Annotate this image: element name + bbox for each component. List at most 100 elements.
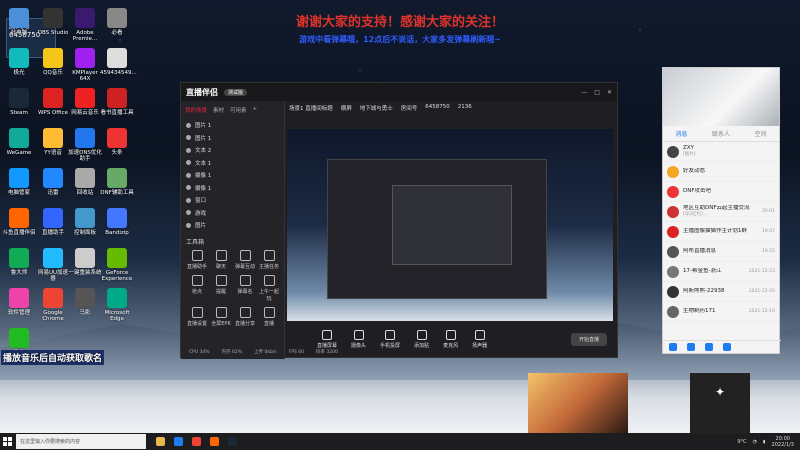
conversation-item[interactable]: 阿斯熊熊-22938 2021-12-20 bbox=[663, 282, 779, 302]
tool-button[interactable]: 主播任务 bbox=[257, 250, 281, 270]
desktop-icon[interactable]: Microsoft Edge bbox=[100, 288, 134, 322]
add-scene-icon[interactable]: + bbox=[253, 106, 258, 114]
windows-start-icon[interactable] bbox=[0, 433, 14, 450]
desktop-icon[interactable]: 必看 bbox=[100, 8, 134, 36]
source-button[interactable]: 麦克风 bbox=[443, 329, 458, 349]
qq-tab-messages[interactable]: 消息 bbox=[675, 129, 687, 138]
conversation-item[interactable]: ZXY [图片] bbox=[663, 142, 779, 162]
conversation-item[interactable]: 好友动态 bbox=[663, 162, 779, 182]
qq-mail-icon[interactable] bbox=[687, 343, 695, 351]
visibility-icon[interactable] bbox=[186, 222, 191, 228]
visibility-icon[interactable] bbox=[186, 197, 191, 203]
desktop-icon[interactable]: 软件管理 bbox=[2, 288, 36, 316]
desktop-icon[interactable]: KMPlayer 64X bbox=[68, 48, 102, 82]
desktop-icon[interactable]: WeGame bbox=[2, 128, 36, 156]
desktop-icon[interactable]: 459434549... bbox=[100, 48, 137, 76]
network-icon[interactable]: ◔ bbox=[753, 439, 757, 445]
desktop-icon[interactable]: 斗鱼直播伴侣 bbox=[2, 208, 36, 236]
desktop-icon[interactable]: 网易UU加速器 bbox=[36, 248, 70, 282]
visibility-icon[interactable] bbox=[186, 172, 191, 178]
source-button[interactable]: 摄像头 bbox=[351, 329, 366, 349]
desktop-icon[interactable]: Google Chrome bbox=[36, 288, 70, 322]
visibility-icon[interactable] bbox=[186, 160, 191, 166]
desktop-icon[interactable]: 极光 bbox=[2, 48, 36, 76]
tab-scenes[interactable]: 我的场景 bbox=[185, 106, 207, 114]
desktop-icon[interactable]: 电脑管家 bbox=[2, 168, 36, 196]
scene-item[interactable]: 摄像 1 bbox=[181, 182, 284, 195]
qq-game-icon[interactable] bbox=[723, 343, 731, 351]
scene-item[interactable]: 窗口 bbox=[181, 194, 284, 207]
conversation-item[interactable]: 主播图像猫猫作主计划1群 19:47 bbox=[663, 222, 779, 242]
scene-item[interactable]: 图片 1 bbox=[181, 119, 284, 132]
stream-title[interactable]: 场景1 直播间标题 bbox=[289, 104, 333, 112]
visibility-icon[interactable] bbox=[186, 210, 191, 216]
source-button[interactable]: 扬声器 bbox=[472, 329, 487, 349]
desktop-icon[interactable]: 鲁大师 bbox=[2, 248, 36, 276]
weather[interactable]: 9°C bbox=[737, 439, 746, 445]
taskbar-search-input[interactable]: 在这里输入你要搜索的内容 bbox=[16, 434, 146, 449]
visibility-icon[interactable] bbox=[186, 122, 191, 128]
scene-item[interactable]: 图片 1 bbox=[181, 132, 284, 145]
desktop-icon[interactable]: WPS Office bbox=[36, 88, 70, 116]
tool-button[interactable]: 上午一起玩 bbox=[257, 275, 281, 302]
chrome-icon[interactable] bbox=[192, 437, 201, 446]
tool-button[interactable]: 聊天 bbox=[209, 250, 233, 270]
desktop-icon[interactable]: Bandizip bbox=[100, 208, 134, 236]
desktop-icon[interactable]: 控制面板 bbox=[68, 208, 102, 236]
desktop-icon[interactable]: 马影 bbox=[68, 288, 102, 316]
scene-item[interactable]: 图片 bbox=[181, 219, 284, 232]
qq-file-icon[interactable] bbox=[705, 343, 713, 351]
stream-preview[interactable] bbox=[287, 129, 613, 321]
desktop-icon[interactable]: Steam bbox=[2, 88, 36, 116]
file-explorer-icon[interactable] bbox=[156, 437, 165, 446]
desktop-icon[interactable]: 直播助手 bbox=[36, 208, 70, 236]
tool-button[interactable]: 弹幕名 bbox=[233, 275, 257, 302]
desktop-icon[interactable]: DNF辅助工具 bbox=[100, 168, 134, 196]
conversation-item[interactable]: 地区互助DNF云起主播交流 [QQ红包]... 20:01 bbox=[663, 202, 779, 222]
minimize-icon[interactable]: — bbox=[581, 89, 587, 96]
desktop-icon[interactable]: 网易云音乐 bbox=[68, 88, 102, 116]
desktop-icon[interactable]: GeForce Experience bbox=[100, 248, 134, 282]
source-button[interactable]: 添加贴 bbox=[414, 329, 429, 349]
source-button[interactable]: 手机投屏 bbox=[380, 329, 400, 349]
visibility-icon[interactable] bbox=[186, 185, 191, 191]
tool-button[interactable]: 直播分享 bbox=[233, 307, 257, 327]
tool-button[interactable]: 直播助手 bbox=[185, 250, 209, 270]
desktop-icon[interactable]: 回收站 bbox=[68, 168, 102, 196]
desktop-icon[interactable]: 此电脑 bbox=[2, 8, 36, 36]
qq-tab-space[interactable]: 空间 bbox=[755, 129, 767, 138]
visibility-icon[interactable] bbox=[186, 135, 191, 141]
tool-button[interactable]: 直播设置 bbox=[185, 307, 209, 327]
visibility-icon[interactable] bbox=[186, 147, 191, 153]
desktop-icon[interactable]: 头条 bbox=[100, 128, 134, 156]
scene-item[interactable]: 文本 2 bbox=[181, 144, 284, 157]
volume-icon[interactable]: ◖ bbox=[763, 439, 766, 445]
steam-icon[interactable] bbox=[228, 437, 237, 446]
close-icon[interactable]: ✕ bbox=[607, 89, 612, 96]
start-live-button[interactable]: 开始直播 bbox=[570, 332, 607, 346]
conversation-item[interactable]: 生物制药171 2021-12-19 bbox=[663, 302, 779, 322]
desktop-icon[interactable]: 看书直播工具 bbox=[100, 88, 134, 116]
desktop-icon[interactable]: 一键重装系统 bbox=[68, 248, 102, 276]
desktop-icon[interactable]: 迅雷 bbox=[36, 168, 70, 196]
tool-button[interactable]: 直播 bbox=[257, 307, 281, 327]
desktop-icon[interactable]: OBS Studio bbox=[36, 8, 70, 36]
clock[interactable]: 20:00 2022/1/3 bbox=[772, 436, 794, 448]
tab-available[interactable]: 可用素 bbox=[230, 106, 247, 114]
tool-button[interactable]: 抢点 bbox=[185, 275, 209, 302]
conversation-item[interactable]: 阿布直播消息 19:22 bbox=[663, 242, 779, 262]
desktop-icon[interactable]: QQ音乐 bbox=[36, 48, 70, 76]
scene-item[interactable]: 文本 1 bbox=[181, 157, 284, 170]
desktop-icon[interactable]: 加速DNS优化助手 bbox=[68, 128, 102, 162]
conversation-item[interactable]: DNF攻击吧 bbox=[663, 182, 779, 202]
conversation-item[interactable]: 17-希金鱼-浙江 2021-12-23 bbox=[663, 262, 779, 282]
screen-mode[interactable]: 横屏 bbox=[341, 104, 352, 112]
desktop-icon[interactable]: YY语音 bbox=[36, 128, 70, 156]
desktop-icon[interactable]: Adobe Premie... bbox=[68, 8, 102, 42]
tab-materials[interactable]: 素材 bbox=[213, 106, 224, 114]
douyu-icon[interactable] bbox=[210, 437, 219, 446]
maximize-icon[interactable]: □ bbox=[594, 89, 600, 96]
scene-item[interactable]: 游戏 bbox=[181, 207, 284, 220]
tool-button[interactable]: 弹幕互动 bbox=[233, 250, 257, 270]
qq-menu-icon[interactable] bbox=[669, 343, 677, 351]
